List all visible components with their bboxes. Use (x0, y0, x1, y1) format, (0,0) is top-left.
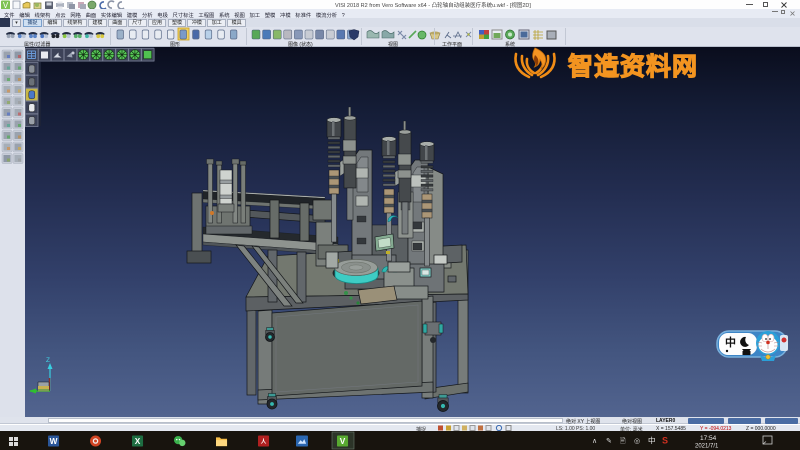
svg-text:S: S (662, 436, 668, 446)
svg-text:Z: Z (46, 357, 50, 364)
svg-text:✎: ✎ (606, 438, 612, 445)
svg-text:∧: ∧ (592, 438, 597, 445)
svg-text:W: W (50, 437, 58, 446)
svg-text:◎: ◎ (634, 438, 640, 445)
svg-text:17:54: 17:54 (700, 435, 717, 442)
svg-text:中: 中 (725, 335, 736, 349)
svg-text:人: 人 (261, 437, 267, 445)
svg-text:中: 中 (648, 435, 656, 445)
svg-text:X: X (135, 437, 141, 446)
svg-text:2021/7/1: 2021/7/1 (695, 444, 719, 450)
svg-text:🖹: 🖹 (620, 437, 626, 445)
svg-text:V: V (340, 437, 346, 446)
